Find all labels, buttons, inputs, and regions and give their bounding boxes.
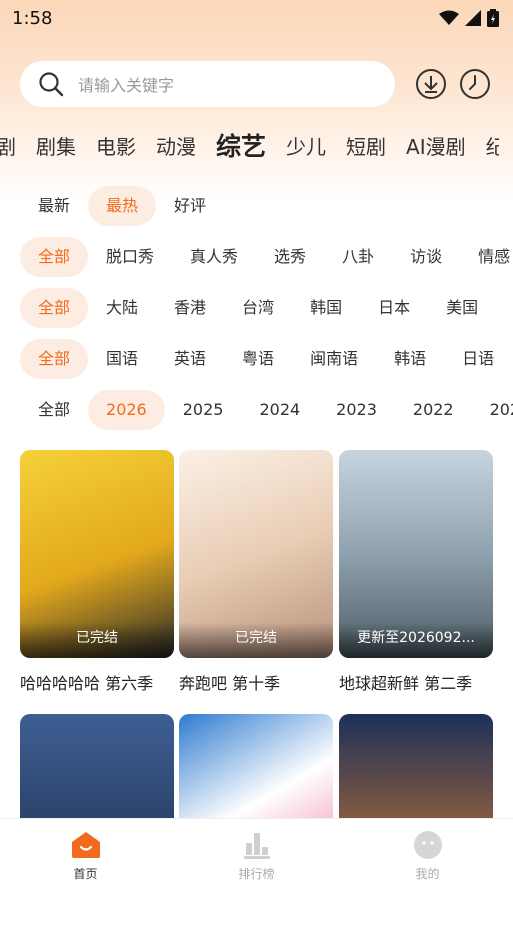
tab-movies[interactable]: 电影 bbox=[86, 131, 146, 160]
category-tabs: 剧 剧集 电影 动漫 综艺 少儿 短剧 AI漫剧 纪 bbox=[0, 125, 499, 165]
tab-series[interactable]: 剧集 bbox=[26, 131, 86, 160]
nav-ranking-label: 排行榜 bbox=[238, 867, 275, 881]
language-english[interactable]: 英语 bbox=[156, 339, 224, 379]
region-korea[interactable]: 韩国 bbox=[292, 288, 360, 328]
type-romance[interactable]: 情感 bbox=[460, 237, 513, 277]
show-poster[interactable]: 已完结 bbox=[20, 450, 174, 658]
ranking-icon bbox=[243, 833, 270, 859]
region-mainland[interactable]: 大陆 bbox=[88, 288, 156, 328]
type-talk-show[interactable]: 脱口秀 bbox=[88, 237, 172, 277]
region-japan[interactable]: 日本 bbox=[360, 288, 428, 328]
year-2023[interactable]: 2023 bbox=[318, 390, 395, 430]
show-title[interactable]: 奔跑吧 第十季 bbox=[179, 670, 333, 694]
show-status: 更新至2026092... bbox=[339, 622, 493, 658]
language-mandarin[interactable]: 国语 bbox=[88, 339, 156, 379]
tab-documentary[interactable]: 纪 bbox=[476, 131, 499, 160]
show-poster[interactable]: 已完结 bbox=[179, 450, 333, 658]
show-title[interactable]: 地球超新鲜 第二季 bbox=[339, 670, 493, 694]
language-all[interactable]: 全部 bbox=[20, 339, 89, 379]
type-all[interactable]: 全部 bbox=[20, 237, 89, 277]
type-interview[interactable]: 访谈 bbox=[392, 237, 460, 277]
nav-home[interactable]: 首页 bbox=[26, 819, 146, 931]
type-talent[interactable]: 选秀 bbox=[256, 237, 324, 277]
sort-latest[interactable]: 最新 bbox=[20, 186, 88, 226]
profile-icon bbox=[413, 831, 442, 859]
search-icon bbox=[39, 72, 64, 97]
region-hongkong[interactable]: 香港 bbox=[156, 288, 224, 328]
status-bar: 1:58 bbox=[0, 0, 513, 36]
show-status: 已完结 bbox=[179, 622, 333, 658]
tab-short-drama[interactable]: 短剧 bbox=[336, 131, 396, 160]
show-title[interactable]: 哈哈哈哈哈 第六季 bbox=[20, 670, 174, 694]
show-poster[interactable]: 更新至2026092... bbox=[339, 450, 493, 658]
search-input[interactable]: 请输入关键字 bbox=[20, 61, 395, 107]
filter-language: 全部 国语 英语 粤语 闽南语 韩语 日语 bbox=[20, 339, 513, 379]
filter-year: 全部 2026 2025 2024 2023 2022 2021 bbox=[20, 390, 513, 430]
show-card[interactable]: 已完结 奔跑吧 第十季 bbox=[179, 450, 333, 694]
bottom-nav: 首页 排行榜 我的 bbox=[0, 818, 513, 931]
tab-drama-partial[interactable]: 剧 bbox=[0, 131, 26, 160]
wifi-icon bbox=[439, 10, 459, 25]
sort-hottest[interactable]: 最热 bbox=[88, 186, 157, 226]
nav-ranking[interactable]: 排行榜 bbox=[197, 819, 317, 931]
show-card[interactable]: 已完结 哈哈哈哈哈 第六季 bbox=[20, 450, 174, 694]
nav-home-label: 首页 bbox=[73, 867, 98, 881]
language-minnan[interactable]: 闽南语 bbox=[292, 339, 376, 379]
year-2022[interactable]: 2022 bbox=[395, 390, 472, 430]
filter-region: 全部 大陆 香港 台湾 韩国 日本 美国 bbox=[20, 288, 513, 328]
year-2026[interactable]: 2026 bbox=[88, 390, 165, 430]
year-2024[interactable]: 2024 bbox=[241, 390, 318, 430]
type-gossip[interactable]: 八卦 bbox=[324, 237, 392, 277]
tab-anime[interactable]: 动漫 bbox=[146, 131, 206, 160]
region-usa[interactable]: 美国 bbox=[428, 288, 496, 328]
year-all[interactable]: 全部 bbox=[20, 390, 88, 430]
top-actions bbox=[415, 68, 491, 100]
nav-profile-label: 我的 bbox=[415, 867, 440, 881]
sort-top-rated[interactable]: 好评 bbox=[156, 186, 224, 226]
search-placeholder: 请输入关键字 bbox=[78, 76, 175, 95]
download-icon[interactable] bbox=[415, 68, 447, 100]
status-icons bbox=[439, 9, 499, 27]
language-cantonese[interactable]: 粤语 bbox=[224, 339, 292, 379]
tab-kids[interactable]: 少儿 bbox=[276, 131, 336, 160]
language-japanese[interactable]: 日语 bbox=[444, 339, 512, 379]
home-icon bbox=[71, 832, 100, 858]
search-row: 请输入关键字 bbox=[20, 61, 500, 107]
status-time: 1:58 bbox=[12, 7, 53, 29]
type-reality[interactable]: 真人秀 bbox=[172, 237, 256, 277]
signal-icon bbox=[465, 10, 481, 26]
tab-variety[interactable]: 综艺 bbox=[206, 127, 276, 163]
language-korean[interactable]: 韩语 bbox=[376, 339, 444, 379]
battery-icon bbox=[487, 9, 499, 27]
year-2025[interactable]: 2025 bbox=[165, 390, 242, 430]
history-icon[interactable] bbox=[459, 68, 491, 100]
filter-type: 全部 脱口秀 真人秀 选秀 八卦 访谈 情感 bbox=[20, 237, 513, 277]
region-taiwan[interactable]: 台湾 bbox=[224, 288, 292, 328]
region-all[interactable]: 全部 bbox=[20, 288, 89, 328]
nav-profile[interactable]: 我的 bbox=[368, 819, 488, 931]
tab-ai-comic[interactable]: AI漫剧 bbox=[396, 131, 476, 160]
filter-sort: 最新 最热 好评 bbox=[20, 186, 513, 226]
year-2021[interactable]: 2021 bbox=[472, 390, 513, 430]
show-card[interactable]: 更新至2026092... 地球超新鲜 第二季 bbox=[339, 450, 493, 694]
show-status: 已完结 bbox=[20, 622, 174, 658]
